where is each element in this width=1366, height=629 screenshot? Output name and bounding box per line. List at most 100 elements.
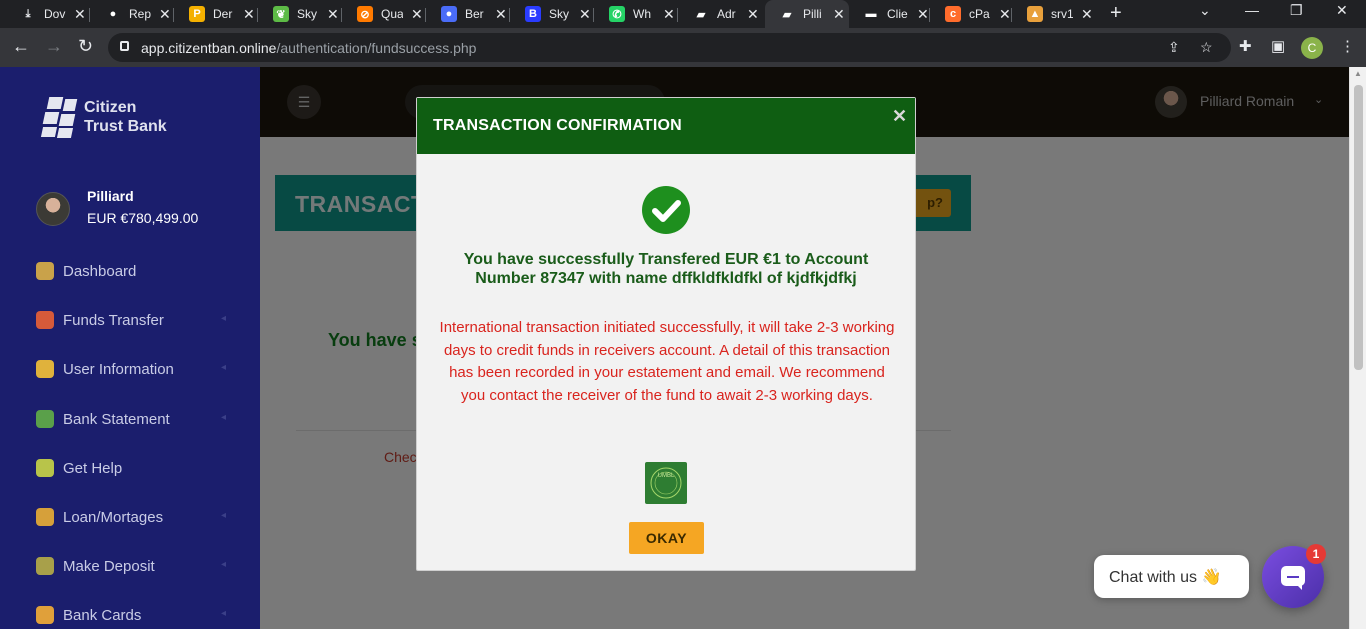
srv-icon: ▲ [1027,6,1043,22]
p-logo-icon: P [189,6,205,22]
client-icon: ▬ [865,8,877,20]
share-icon[interactable]: ⇪ [1168,39,1180,56]
reload-icon[interactable]: ↻ [78,36,93,57]
sidebar-item-loan-mortages[interactable]: Loan/Mortages ◂ [36,505,226,529]
transaction-detail-message: International transaction initiated succ… [439,319,895,404]
chevron-left-icon: ◂ [220,608,226,619]
tab-search-icon[interactable]: ⌄ [1199,2,1211,19]
new-tab-button[interactable]: + [1110,2,1122,25]
url-host: app.citizentban.online [141,40,277,56]
ber-icon: ● [441,6,457,22]
brand-line-2: Trust Bank [84,118,167,135]
close-tab-icon[interactable]: ✕ [579,6,591,23]
download-icon: ⤓ [25,7,31,20]
close-tab-icon[interactable]: ✕ [327,6,339,23]
close-tab-icon[interactable]: ✕ [74,6,86,23]
browser-tab[interactable]: ● Rep ✕ [91,0,171,28]
browser-tab[interactable]: ✆ Wh ✕ [595,0,675,28]
close-window-icon[interactable]: ✕ [1336,2,1348,19]
address-bar[interactable]: app.citizentban.online/authentication/fu… [108,33,1231,62]
browser-tab[interactable]: c cPa ✕ [931,0,1011,28]
cpanel-icon: c [945,6,961,22]
page-scrollbar[interactable]: ▲ [1349,67,1366,629]
bank-logo-icon [40,97,78,139]
browser-tab[interactable]: ⤓ Dov ✕ [6,0,86,28]
bank-seal-image: UMBL [645,462,687,504]
chat-prompt-bubble[interactable]: Chat with us 👋 [1094,555,1249,598]
tab-title: cPa [969,7,990,21]
tab-separator [341,8,342,22]
brand-line-1: Citizen [84,99,137,116]
browser-tab[interactable]: ⊘ Qua ✕ [343,0,423,28]
page-viewport: Citizen Trust Bank Pilliard EUR €780,499… [0,67,1366,629]
lock-icon[interactable] [120,41,129,51]
scrollbar-thumb[interactable] [1354,85,1363,370]
close-tab-icon[interactable]: ✕ [495,6,507,23]
close-tab-icon[interactable]: ✕ [999,6,1011,23]
browser-tab[interactable]: B Sky ✕ [511,0,591,28]
b-logo-icon: B [525,6,541,22]
back-icon[interactable]: ← [12,36,30,57]
unread-badge: 1 [1306,544,1326,564]
browser-tab[interactable]: ● Ber ✕ [427,0,507,28]
browser-tab[interactable]: ▬ Clie ✕ [849,0,929,28]
sidebar-item-label: User Information [63,360,174,378]
browser-tab[interactable]: ▰ Pilli ✕ [765,0,849,28]
tab-separator [425,8,426,22]
sidebar-user-name: Pilliard [87,188,134,204]
bookmark-star-icon[interactable]: ☆ [1200,39,1213,56]
tab-title: Ber [465,7,484,21]
extensions-icon[interactable]: ✚ [1239,37,1252,55]
help-icon [36,459,54,477]
tab-separator [1011,8,1012,22]
restore-icon[interactable]: ❐ [1290,2,1303,19]
user-key-icon [36,360,54,378]
deposit-icon [36,557,54,575]
sidebar-item-bank-statement[interactable]: Bank Statement ◂ [36,407,226,431]
modal-header: TRANSACTION CONFIRMATION ✕ [417,98,915,154]
close-tab-icon[interactable]: ✕ [917,6,929,23]
url-text[interactable]: app.citizentban.online/authentication/fu… [141,40,476,56]
sidebar-item-dashboard[interactable]: Dashboard [36,259,226,283]
close-tab-icon[interactable]: ✕ [663,6,675,23]
okay-button[interactable]: OKAY [629,522,704,554]
close-tab-icon[interactable]: ✕ [833,6,845,23]
sidebar-item-funds-transfer[interactable]: Funds Transfer ◂ [36,308,226,332]
chat-prompt-text: Chat with us 👋 [1109,569,1222,586]
tab-title: Sky [549,7,570,21]
menu-kebab-icon[interactable]: ⋮ [1340,37,1355,55]
github-icon: ● [109,8,117,20]
sidebar-item-make-deposit[interactable]: Make Deposit ◂ [36,554,226,578]
sidebar-item-user-information[interactable]: User Information ◂ [36,357,226,381]
minimize-icon[interactable]: — [1245,2,1259,18]
close-tab-icon[interactable]: ✕ [1081,6,1093,23]
browser-tab[interactable]: P Der ✕ [175,0,255,28]
sidebar-item-label: Bank Cards [63,606,142,624]
modal-title: TRANSACTION CONFIRMATION [433,117,682,134]
sidebar-item-get-help[interactable]: Get Help [36,456,226,480]
url-path: /authentication/fundsuccess.php [276,40,477,56]
forward-icon[interactable]: → [45,36,63,57]
close-tab-icon[interactable]: ✕ [411,6,423,23]
sidebar-item-bank-cards[interactable]: Bank Cards ◂ [36,603,226,627]
scroll-up-arrow-icon[interactable]: ▲ [1354,69,1362,78]
browser-tab[interactable]: ▰ Adr ✕ [679,0,759,28]
transfer-success-message: You have successfully Transfered EUR €1 … [463,251,869,287]
profile-avatar[interactable]: C [1301,37,1323,59]
close-tab-icon[interactable]: ✕ [159,6,171,23]
sidebar-avatar[interactable] [36,192,70,226]
account-balance: EUR €780,499.00 [87,210,199,226]
side-panel-icon[interactable]: ▣ [1271,37,1285,55]
sidebar-item-label: Funds Transfer [63,311,164,329]
browser-tab[interactable]: ❦ Sky ✕ [259,0,339,28]
tab-title: Rep [129,7,151,21]
browser-tab[interactable]: ▲ srv1 ✕ [1013,0,1093,28]
close-tab-icon[interactable]: ✕ [747,6,759,23]
tab-separator [677,8,678,22]
coin-icon [36,508,54,526]
tab-separator [929,8,930,22]
brand-name: Citizen Trust Bank [84,98,167,136]
close-icon[interactable]: ✕ [892,106,907,127]
close-tab-icon[interactable]: ✕ [243,6,255,23]
tab-title: Dov [44,7,66,21]
